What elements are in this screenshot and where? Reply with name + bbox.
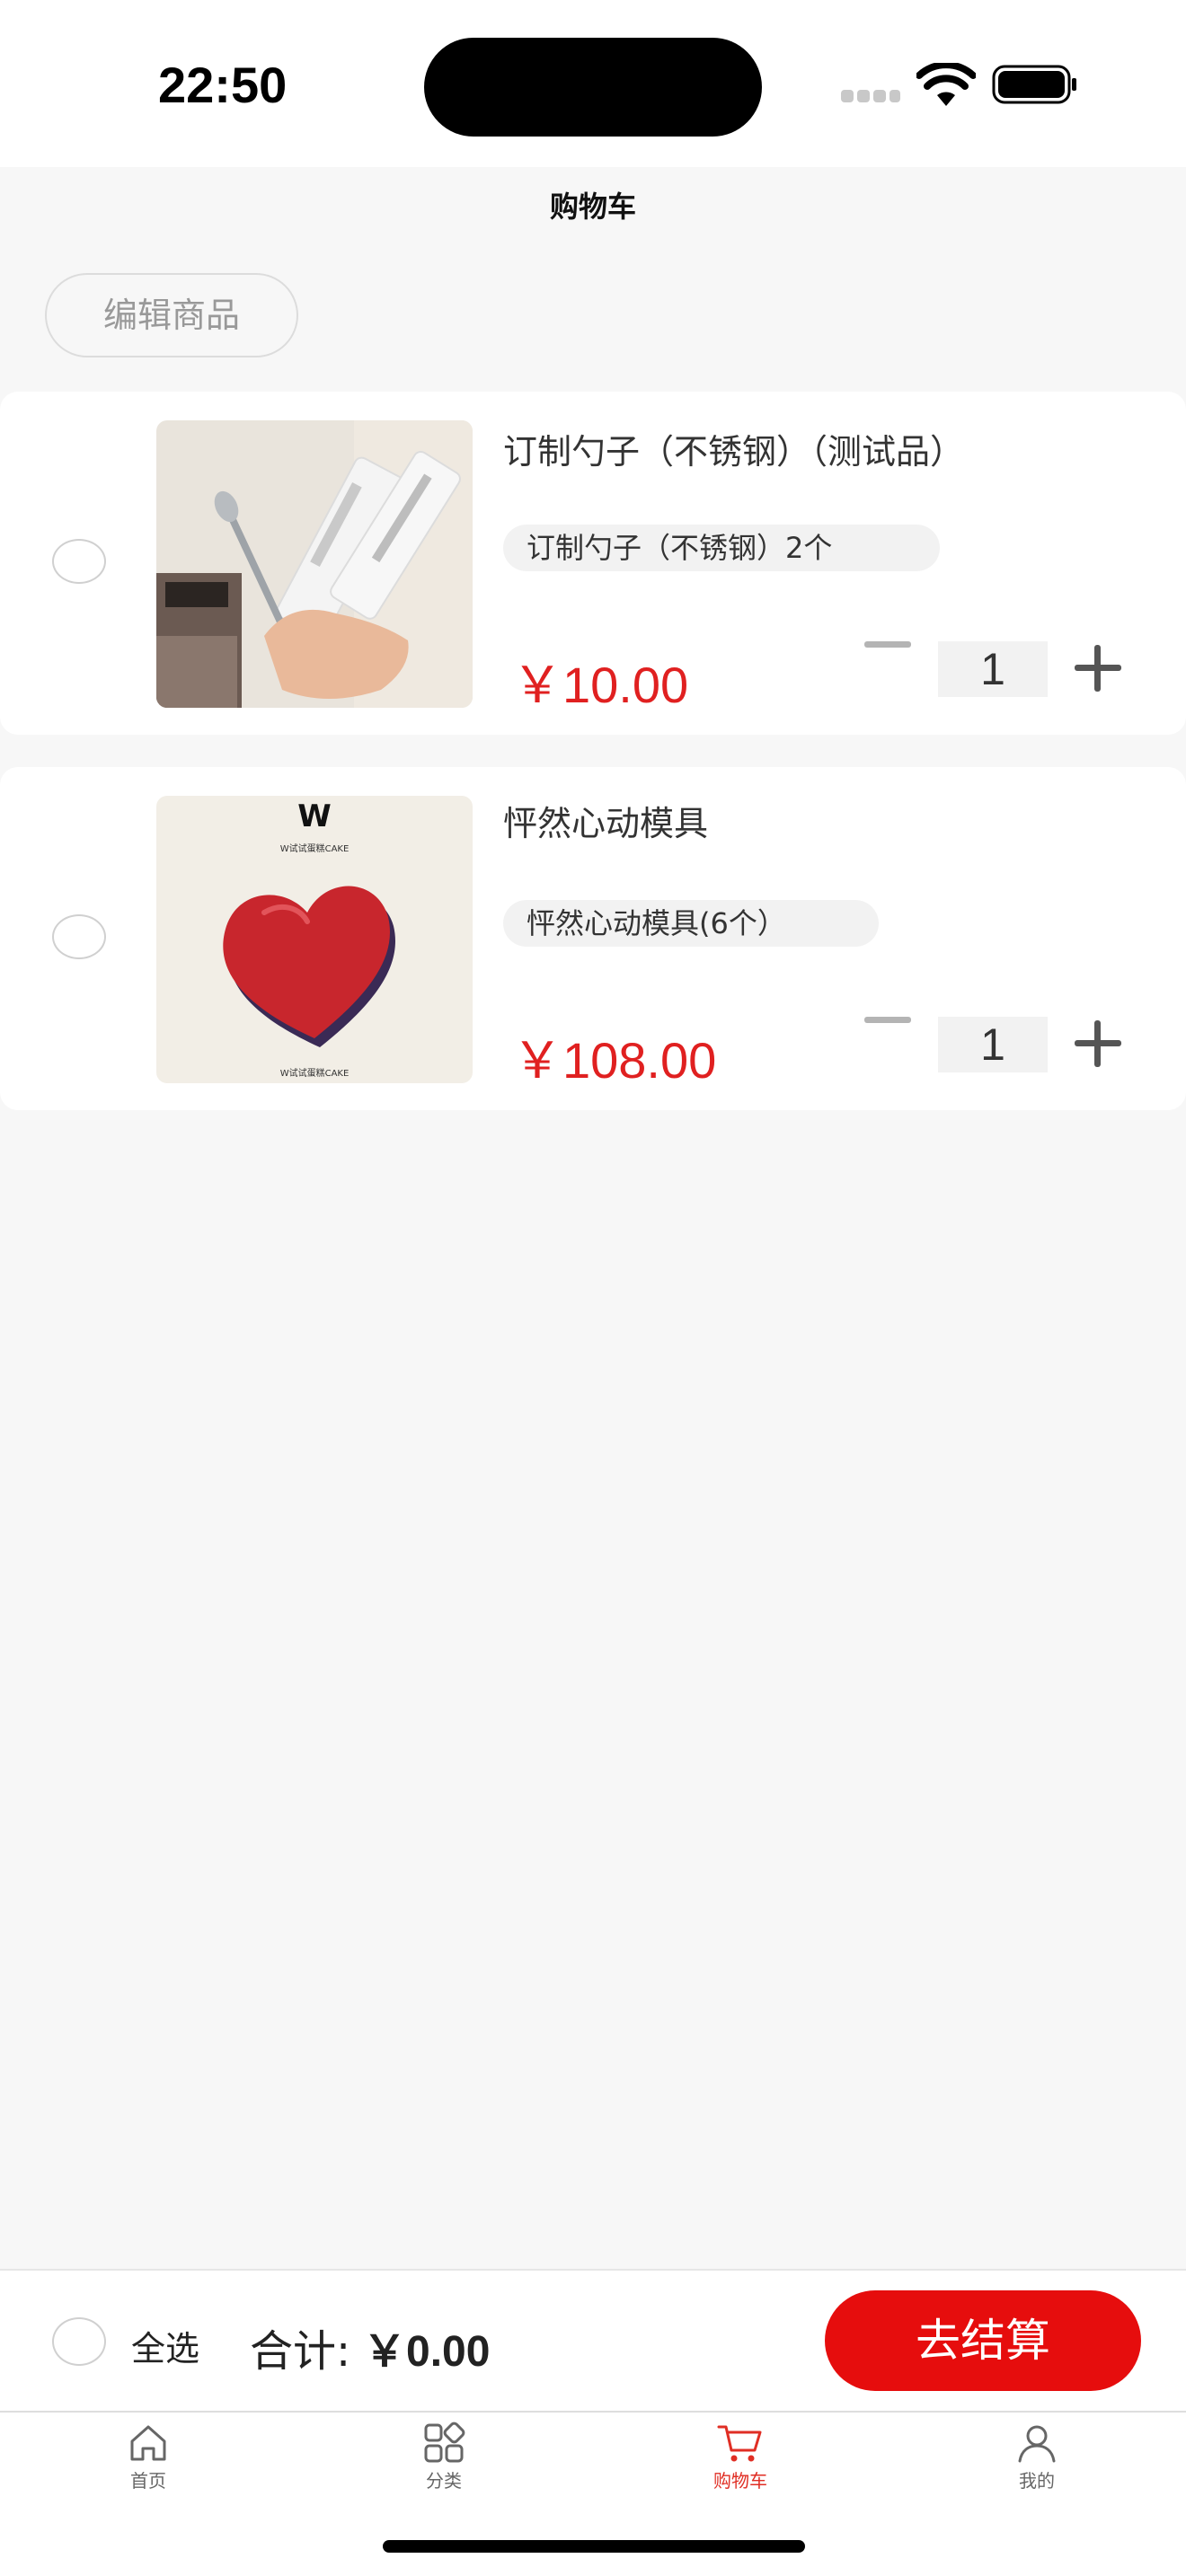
cellular-signal-icon xyxy=(841,90,900,102)
cart-icon xyxy=(717,2425,762,2462)
item-price: ￥10.00 xyxy=(512,657,689,713)
status-time: 22:50 xyxy=(158,57,288,113)
quantity-input[interactable]: 1 xyxy=(938,1017,1048,1072)
battery-icon xyxy=(992,65,1076,104)
increase-quantity-button[interactable] xyxy=(1075,1020,1121,1067)
home-icon xyxy=(130,2425,166,2461)
increase-quantity-button[interactable] xyxy=(1075,645,1121,692)
tab-profile[interactable]: 我的 xyxy=(978,2422,1095,2502)
tab-label: 首页 xyxy=(130,2470,166,2492)
cart-item: W W试试蛋糕CAKE W试试蛋糕CAKE 怦然心动模具 怦然心动模具(6个） … xyxy=(0,767,1186,1110)
wifi-icon xyxy=(916,63,976,106)
dynamic-island xyxy=(424,38,762,137)
edit-items-button[interactable]: 编辑商品 xyxy=(45,273,298,357)
home-indicator xyxy=(383,2540,805,2553)
item-select-checkbox[interactable] xyxy=(52,539,106,584)
tab-cart[interactable]: 购物车 xyxy=(682,2422,799,2502)
spoon-product-image[interactable] xyxy=(156,420,473,708)
item-title[interactable]: 怦然心动模具 xyxy=(503,796,708,845)
tab-category[interactable]: 分类 xyxy=(385,2422,502,2502)
status-bar: 22:50 xyxy=(0,0,1186,167)
item-spec-tag: 怦然心动模具(6个） xyxy=(503,900,879,947)
tab-label: 分类 xyxy=(426,2470,462,2492)
item-spec-tag: 订制勺子（不锈钢）2个 xyxy=(503,525,940,571)
checkout-button[interactable]: 去结算 xyxy=(825,2290,1141,2391)
quantity-input[interactable]: 1 xyxy=(938,641,1048,697)
cart-item: 订制勺子（不锈钢）（测试品） 订制勺子（不锈钢）2个 ￥10.00 1 xyxy=(0,392,1186,735)
brand-logo-text: W试试蛋糕CAKE xyxy=(280,842,350,854)
total-amount: ￥0.00 xyxy=(363,2328,491,2376)
heart-mold-product-image[interactable]: W W试试蛋糕CAKE W试试蛋糕CAKE xyxy=(156,796,473,1083)
decrease-quantity-button[interactable] xyxy=(864,997,911,1042)
item-title[interactable]: 订制勺子（不锈钢）（测试品） xyxy=(503,424,964,473)
tab-home[interactable]: 首页 xyxy=(90,2422,207,2502)
checkout-bar: 全选 合计: ￥0.00 去结算 xyxy=(0,2269,1186,2411)
tab-label: 购物车 xyxy=(713,2470,767,2492)
user-icon xyxy=(1018,2425,1056,2463)
page-title: 购物车 xyxy=(549,190,636,224)
select-all-label[interactable]: 全选 xyxy=(131,2321,199,2370)
decrease-quantity-button[interactable] xyxy=(864,622,911,666)
total-label: 合计: xyxy=(250,2326,351,2377)
item-select-checkbox[interactable] xyxy=(52,914,106,959)
tab-label: 我的 xyxy=(1019,2470,1055,2492)
item-price: ￥108.00 xyxy=(512,1032,717,1089)
brand-footer-text: W试试蛋糕CAKE xyxy=(280,1067,350,1079)
select-all-checkbox[interactable] xyxy=(52,2317,106,2366)
category-icon xyxy=(424,2422,465,2463)
brand-logo-mark: W xyxy=(297,798,332,834)
